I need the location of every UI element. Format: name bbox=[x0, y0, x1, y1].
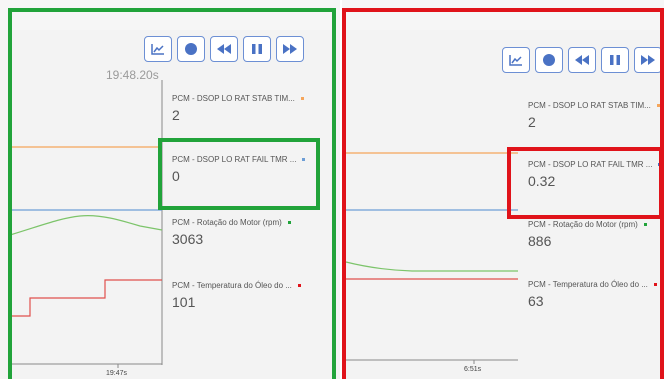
record-icon bbox=[185, 43, 197, 55]
legend-color-dot bbox=[300, 97, 304, 100]
legend-label: PCM - DSOP LO RAT STAB TIM... bbox=[172, 94, 295, 103]
legend-value: 3063 bbox=[172, 231, 204, 247]
legend-value: 101 bbox=[172, 294, 196, 310]
chart-icon bbox=[151, 44, 164, 55]
legend-value: 63 bbox=[528, 293, 544, 309]
legend-item-temp: PCM - Temperatura do Óleo do ... 63 bbox=[528, 280, 664, 309]
x-tick-label: 19:47s bbox=[106, 370, 128, 377]
left-series-rpm-line bbox=[9, 215, 163, 236]
legend-value: 2 bbox=[172, 107, 180, 123]
fast-forward-icon bbox=[283, 44, 297, 54]
legend-item-stab: PCM - DSOP LO RAT STAB TIM... 2 bbox=[528, 101, 664, 130]
pause-icon bbox=[252, 44, 262, 54]
legend-label: PCM - Rotação do Motor (rpm) bbox=[172, 218, 282, 227]
record-icon bbox=[543, 54, 555, 66]
chart-type-button[interactable] bbox=[144, 36, 172, 62]
rewind-icon bbox=[217, 44, 231, 54]
right-series-rpm-line bbox=[345, 261, 518, 272]
pause-button[interactable] bbox=[243, 36, 271, 62]
rewind-button[interactable] bbox=[210, 36, 238, 62]
chart-icon bbox=[509, 55, 522, 66]
right-chart-panel: PCM - DSOP LO RAT STAB TIM... 2 PCM - DS… bbox=[342, 0, 664, 379]
record-button[interactable] bbox=[177, 36, 205, 62]
legend-label: PCM - Temperatura do Óleo do ... bbox=[528, 280, 648, 289]
record-button[interactable] bbox=[535, 47, 563, 73]
legend-color-dot bbox=[287, 221, 291, 224]
legend-item-temp: PCM - Temperatura do Óleo do ... 101 bbox=[172, 281, 332, 310]
legend-item-rpm: PCM - Rotação do Motor (rpm) 886 bbox=[528, 220, 664, 249]
legend-color-dot bbox=[656, 104, 660, 107]
left-series-temp-line bbox=[10, 279, 162, 317]
legend-value: 2 bbox=[528, 114, 536, 130]
left-toolbar bbox=[144, 36, 304, 62]
legend-item-fail: PCM - DSOP LO RAT FAIL TMR ... 0 bbox=[172, 155, 332, 184]
legend-value: 886 bbox=[528, 233, 552, 249]
legend-label: PCM - DSOP LO RAT FAIL TMR ... bbox=[172, 155, 297, 164]
fast-forward-button[interactable] bbox=[634, 47, 662, 73]
legend-item-rpm: PCM - Rotação do Motor (rpm) 3063 bbox=[172, 218, 332, 247]
legend-color-dot bbox=[653, 283, 657, 286]
pause-icon bbox=[610, 55, 620, 65]
legend-item-fail: PCM - DSOP LO RAT FAIL TMR ... 0.32 bbox=[528, 160, 664, 189]
legend-label: PCM - Rotação do Motor (rpm) bbox=[528, 220, 638, 229]
legend-color-dot bbox=[658, 163, 662, 166]
legend-color-dot bbox=[297, 284, 301, 287]
legend-value: 0.32 bbox=[528, 173, 556, 189]
right-toolbar bbox=[502, 47, 662, 73]
legend-label: PCM - DSOP LO RAT STAB TIM... bbox=[528, 101, 651, 110]
left-chart-panel: 19:48.20s PCM - DSOP LO RAT STAB TIM... … bbox=[0, 0, 340, 379]
pause-button[interactable] bbox=[601, 47, 629, 73]
fast-forward-button[interactable] bbox=[276, 36, 304, 62]
chart-type-button[interactable] bbox=[502, 47, 530, 73]
fast-forward-icon bbox=[641, 55, 655, 65]
rewind-button[interactable] bbox=[568, 47, 596, 73]
cursor-timestamp: 19:48.20s bbox=[106, 68, 159, 82]
legend-label: PCM - DSOP LO RAT FAIL TMR ... bbox=[528, 160, 653, 169]
legend-label: PCM - Temperatura do Óleo do ... bbox=[172, 281, 292, 290]
legend-color-dot bbox=[302, 158, 306, 161]
rewind-icon bbox=[575, 55, 589, 65]
legend-item-stab: PCM - DSOP LO RAT STAB TIM... 2 bbox=[172, 94, 332, 123]
x-tick-label: 6:51s bbox=[464, 366, 482, 373]
legend-color-dot bbox=[643, 223, 647, 226]
legend-value: 0 bbox=[172, 168, 180, 184]
